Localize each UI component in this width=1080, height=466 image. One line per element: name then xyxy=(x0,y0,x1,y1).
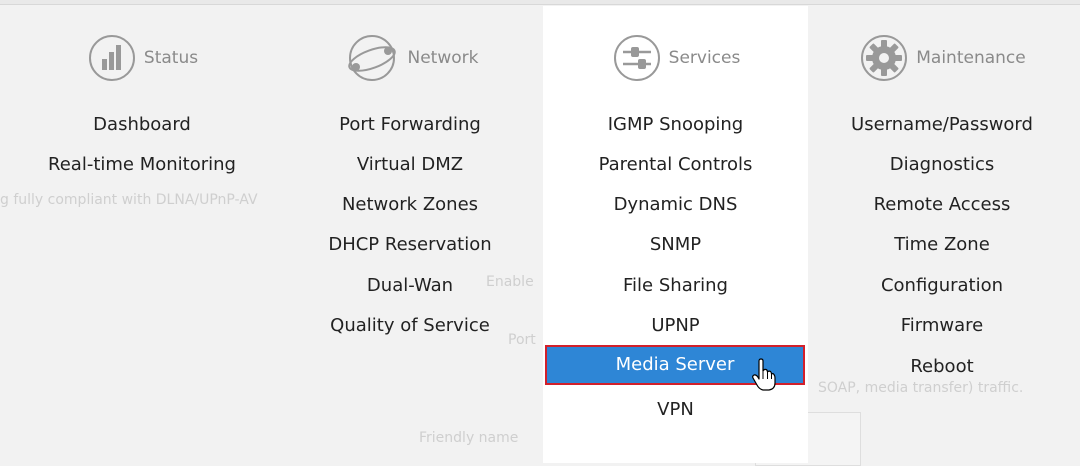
maintenance-title: Maintenance xyxy=(916,48,1026,68)
menu-item-upnp[interactable]: UPNP xyxy=(543,308,808,344)
menu-item-port-forwarding[interactable]: Port Forwarding xyxy=(278,107,542,143)
menu-item-remote-access[interactable]: Remote Access xyxy=(810,187,1074,223)
menu-item-snmp[interactable]: SNMP xyxy=(543,227,808,263)
menu-item-dashboard[interactable]: Dashboard xyxy=(10,107,274,143)
menu-column-maintenance: Maintenance Username/Password Diagnostic… xyxy=(810,0,1074,463)
status-title: Status xyxy=(143,48,199,68)
menu-item-quality-of-service[interactable]: Quality of Service xyxy=(278,308,542,344)
menu-column-status: Status Dashboard Real-time Monitoring xyxy=(10,0,274,463)
status-header[interactable]: Status xyxy=(10,28,274,88)
menu-column-network: Network Port Forwarding Virtual DMZ Netw… xyxy=(278,0,542,463)
menu-item-firmware[interactable]: Firmware xyxy=(810,308,1074,344)
network-header[interactable]: Network xyxy=(278,28,542,88)
menu-item-dual-wan[interactable]: Dual-Wan xyxy=(278,268,542,304)
menu-item-configuration[interactable]: Configuration xyxy=(810,268,1074,304)
menu-item-network-zones[interactable]: Network Zones xyxy=(278,187,542,223)
menu-item-virtual-dmz[interactable]: Virtual DMZ xyxy=(278,147,542,183)
services-header[interactable]: Services xyxy=(543,28,808,88)
menu-item-parental-controls[interactable]: Parental Controls xyxy=(543,147,808,183)
network-globe-icon xyxy=(342,32,402,84)
status-bar-chart-icon xyxy=(86,32,138,84)
hand-pointer-cursor-icon xyxy=(752,358,776,396)
maintenance-gear-icon xyxy=(858,32,910,84)
services-sliders-icon xyxy=(611,32,663,84)
menu-item-dhcp-reservation[interactable]: DHCP Reservation xyxy=(278,227,542,263)
menu-item-time-zone[interactable]: Time Zone xyxy=(810,227,1074,263)
menu-item-vpn[interactable]: VPN xyxy=(543,392,808,428)
maintenance-header[interactable]: Maintenance xyxy=(810,28,1074,88)
menu-item-username-password[interactable]: Username/Password xyxy=(810,107,1074,143)
menu-item-real-time-monitoring[interactable]: Real-time Monitoring xyxy=(10,147,274,183)
services-title: Services xyxy=(668,48,741,68)
menu-item-igmp-snooping[interactable]: IGMP Snooping xyxy=(543,107,808,143)
menu-item-file-sharing[interactable]: File Sharing xyxy=(543,268,808,304)
menu-item-dynamic-dns[interactable]: Dynamic DNS xyxy=(543,187,808,223)
network-title: Network xyxy=(407,48,479,68)
menu-item-reboot[interactable]: Reboot xyxy=(810,349,1074,385)
menu-item-diagnostics[interactable]: Diagnostics xyxy=(810,147,1074,183)
